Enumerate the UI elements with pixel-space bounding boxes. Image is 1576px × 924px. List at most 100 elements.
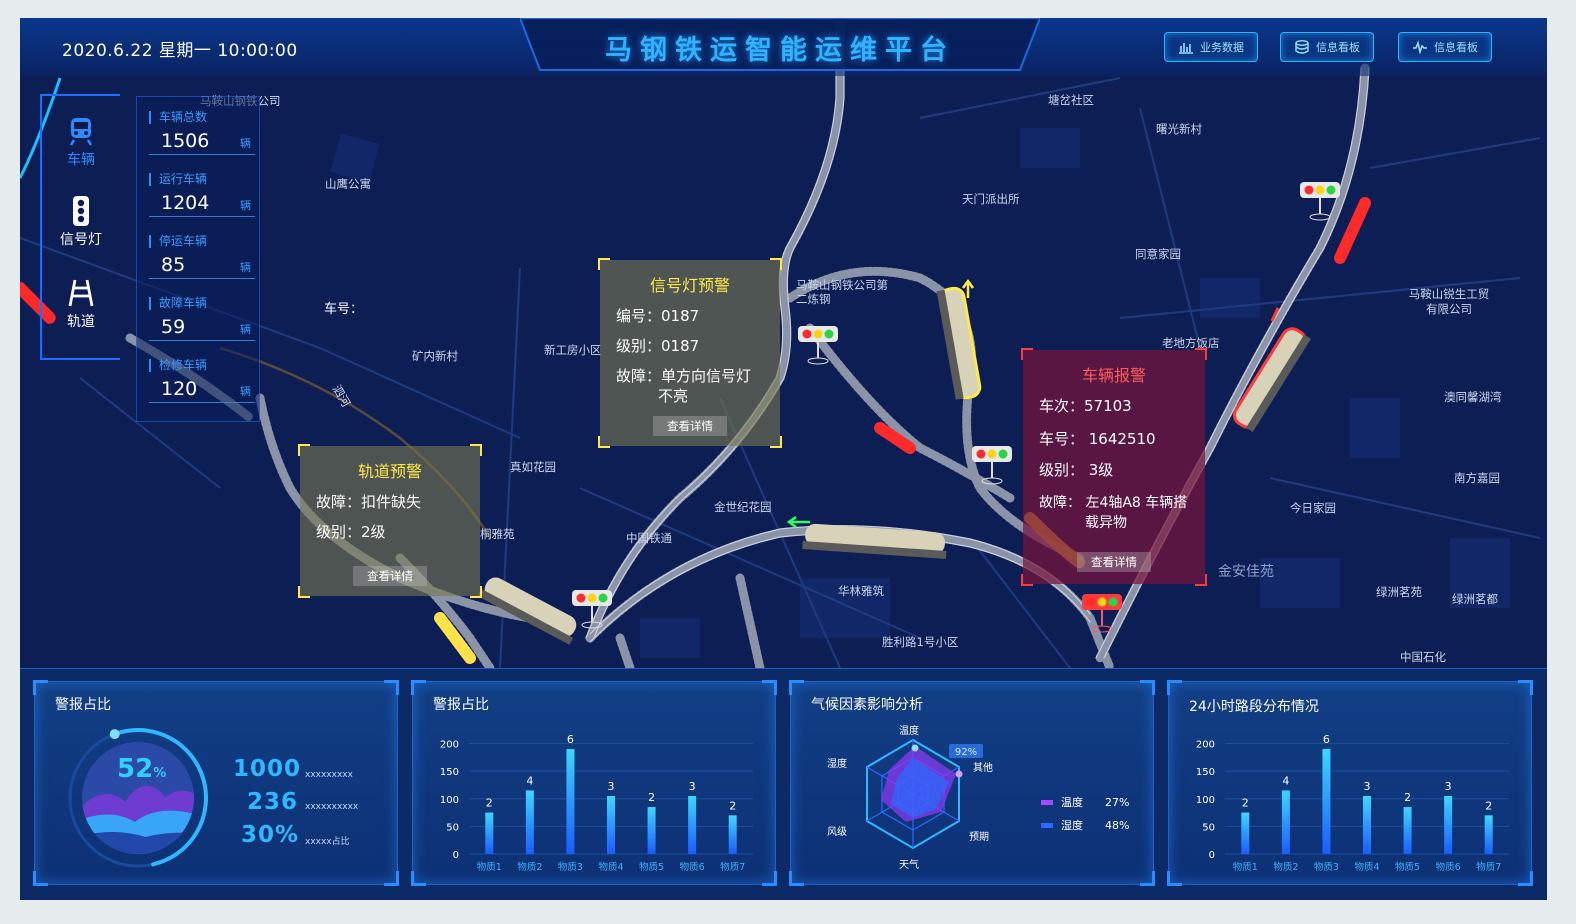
bar-data-label: 3 [608, 780, 615, 793]
business-data-button[interactable]: 业务数据 [1164, 32, 1258, 62]
map-label: 新工房小区 [544, 343, 602, 357]
stat-value: 120 辆 [149, 378, 255, 403]
stat-stopped-vehicles: 停运车辆 85 辆 [149, 235, 255, 279]
bar-data-label: 2 [729, 799, 736, 812]
map-label: 曙光新村 [1156, 122, 1202, 136]
x-tick-label: 物质5 [639, 861, 664, 873]
vehicle-alert-popup: 车辆报警 车次：57103 车号： 1642510 级别： 3级 故障： 左4轴… [1021, 348, 1207, 586]
nav-label: 轨道 [67, 314, 95, 330]
map-label: 马鞍山锐生工贸有限公司 [1408, 287, 1490, 316]
stat-running-vehicles: 运行车辆 1204 辆 [149, 173, 255, 217]
y-tick-label: 200 [440, 740, 459, 751]
bar [728, 815, 737, 854]
x-tick-label: 物质2 [1273, 861, 1298, 873]
popup-title: 轨道预警 [357, 462, 422, 481]
x-tick-label: 物质1 [1233, 861, 1258, 873]
map-label: 马鞍山钢铁公司第二炼钢 [796, 278, 888, 306]
bar [1322, 749, 1331, 854]
bar-data-label: 2 [648, 791, 655, 804]
map-label: 矿内新村 [412, 349, 458, 363]
bar [1363, 796, 1371, 854]
view-details-button[interactable]: 查看详情 [653, 416, 727, 436]
stat-value: 85 辆 [149, 254, 255, 279]
stat-label: 故障车辆 [149, 297, 255, 310]
radar-axis-label: 预期 [969, 831, 989, 843]
popup-fault-cont: 不亮 [658, 387, 689, 405]
legend-value: 48% [1105, 818, 1130, 832]
legend-item: 温度 27% [1041, 794, 1129, 810]
stat-unit: 辆 [240, 199, 251, 212]
info-board-button-2[interactable]: 信息看板 [1398, 32, 1492, 62]
map-label: 山鹰公寓 [325, 177, 371, 191]
stat-unit: 辆 [240, 323, 251, 336]
bar-data-label: 3 [689, 780, 696, 793]
legend-swatch [1041, 822, 1053, 828]
alert-ratio-gauge-card: 警报占比 52% 1000 xxxxxxxxx 236 xxxxxxxxxx 3… [33, 680, 399, 886]
button-label: 信息看板 [1434, 41, 1478, 54]
gauge-stat-label: xxxxxxxxxx [305, 802, 359, 812]
popup-car: 车号： 1642510 [1039, 430, 1156, 448]
bar-data-label: 4 [1282, 774, 1289, 787]
view-details-button[interactable]: 查看详情 [353, 566, 427, 586]
bar [1444, 796, 1453, 854]
x-tick-label: 物质4 [1354, 861, 1379, 873]
nav-label: 信号灯 [60, 232, 102, 248]
bar-data-label: 4 [526, 774, 533, 787]
alert-ratio-bar-card: 警报占比 0 50 100 150 200 2 物质1 4 物质2 6 物质3 3 物质4 2 物质5 3 物质… [411, 680, 777, 886]
bar-data-label: 2 [1404, 791, 1411, 804]
stat-label: 运行车辆 [149, 173, 255, 186]
stat-unit: 辆 [240, 261, 251, 274]
x-tick-label: 物质7 [720, 861, 745, 873]
x-tick-label: 物质7 [1476, 861, 1501, 873]
stat-maintenance-vehicles: 检修车辆 120 辆 [149, 359, 255, 403]
radar-point [955, 770, 963, 778]
popup-id: 编号：0187 [616, 307, 700, 325]
y-tick-label: 150 [440, 767, 459, 778]
legend-swatch [1041, 799, 1053, 805]
stat-faulty-vehicles: 故障车辆 59 辆 [149, 297, 255, 341]
stat-label: 检修车辆 [149, 359, 255, 372]
dashboard-screen: 马鞍山钢铁公司 山鹰公寓 矿内新村 新工房小区 真如花园 桐雅苑 中国铁通 金世… [20, 18, 1547, 900]
traffic-light-icon [73, 196, 89, 226]
signal-alert-popup: 信号灯预警 编号：0187 级别：0187 故障：单方向信号灯 不亮 查看详情 [598, 258, 782, 448]
y-tick-label: 0 [1209, 850, 1215, 861]
popup-title: 车辆报警 [1081, 366, 1146, 385]
legend-name: 湿度 [1061, 819, 1083, 832]
radar-chart: 92% 温度 其他 预期 天气 风级 湿度 [827, 724, 993, 871]
bar [1403, 807, 1412, 854]
bar-data-label: 6 [567, 733, 574, 746]
x-tick-label: 物质3 [558, 861, 583, 873]
x-tick-label: 物质1 [477, 861, 502, 873]
y-tick-label: 50 [1202, 822, 1215, 833]
nav-item-signal[interactable]: 信号灯 [42, 196, 120, 249]
bar [607, 796, 615, 854]
stat-label: 停运车辆 [149, 235, 255, 248]
nav-item-track[interactable]: 轨道 [42, 278, 120, 331]
legend-item: 湿度 48% [1041, 817, 1129, 833]
bar [1281, 790, 1290, 854]
side-nav: 车辆 信号灯 轨道 [40, 94, 120, 360]
x-tick-label: 物质2 [517, 861, 542, 873]
map-label: 老地方饭店 [1162, 336, 1220, 350]
track-alert-popup: 轨道预警 故障：扣件缺失 级别：2级 查看详情 [298, 444, 482, 598]
y-tick-label: 200 [1196, 740, 1215, 751]
map-label: 塘岔社区 [1048, 93, 1094, 107]
radar-axis-label: 温度 [899, 724, 919, 737]
popup-level: 级别： 3级 [1039, 461, 1114, 479]
info-board-button[interactable]: 信息看板 [1280, 32, 1374, 62]
nav-item-vehicle[interactable]: 车辆 [42, 116, 120, 169]
map-label: 金世纪花园 [714, 500, 772, 514]
x-tick-label: 物质4 [598, 861, 623, 873]
map-label: 绿洲茗苑 [1376, 585, 1422, 599]
bar-data-label: 3 [1445, 780, 1452, 793]
gauge-stat-label: xxxxxxxxx [305, 770, 353, 780]
view-details-button[interactable]: 查看详情 [1077, 552, 1151, 572]
radar-point [911, 744, 919, 752]
gauge-percent: 52% [117, 754, 167, 784]
map-label: 同意家园 [1135, 247, 1181, 261]
stat-unit: 辆 [240, 385, 251, 398]
popup-title: 信号灯预警 [649, 276, 730, 295]
stat-value: 1204 辆 [149, 192, 255, 217]
map-label: 中国铁通 [626, 531, 672, 545]
gauge-stat-value: 236 [247, 789, 299, 815]
